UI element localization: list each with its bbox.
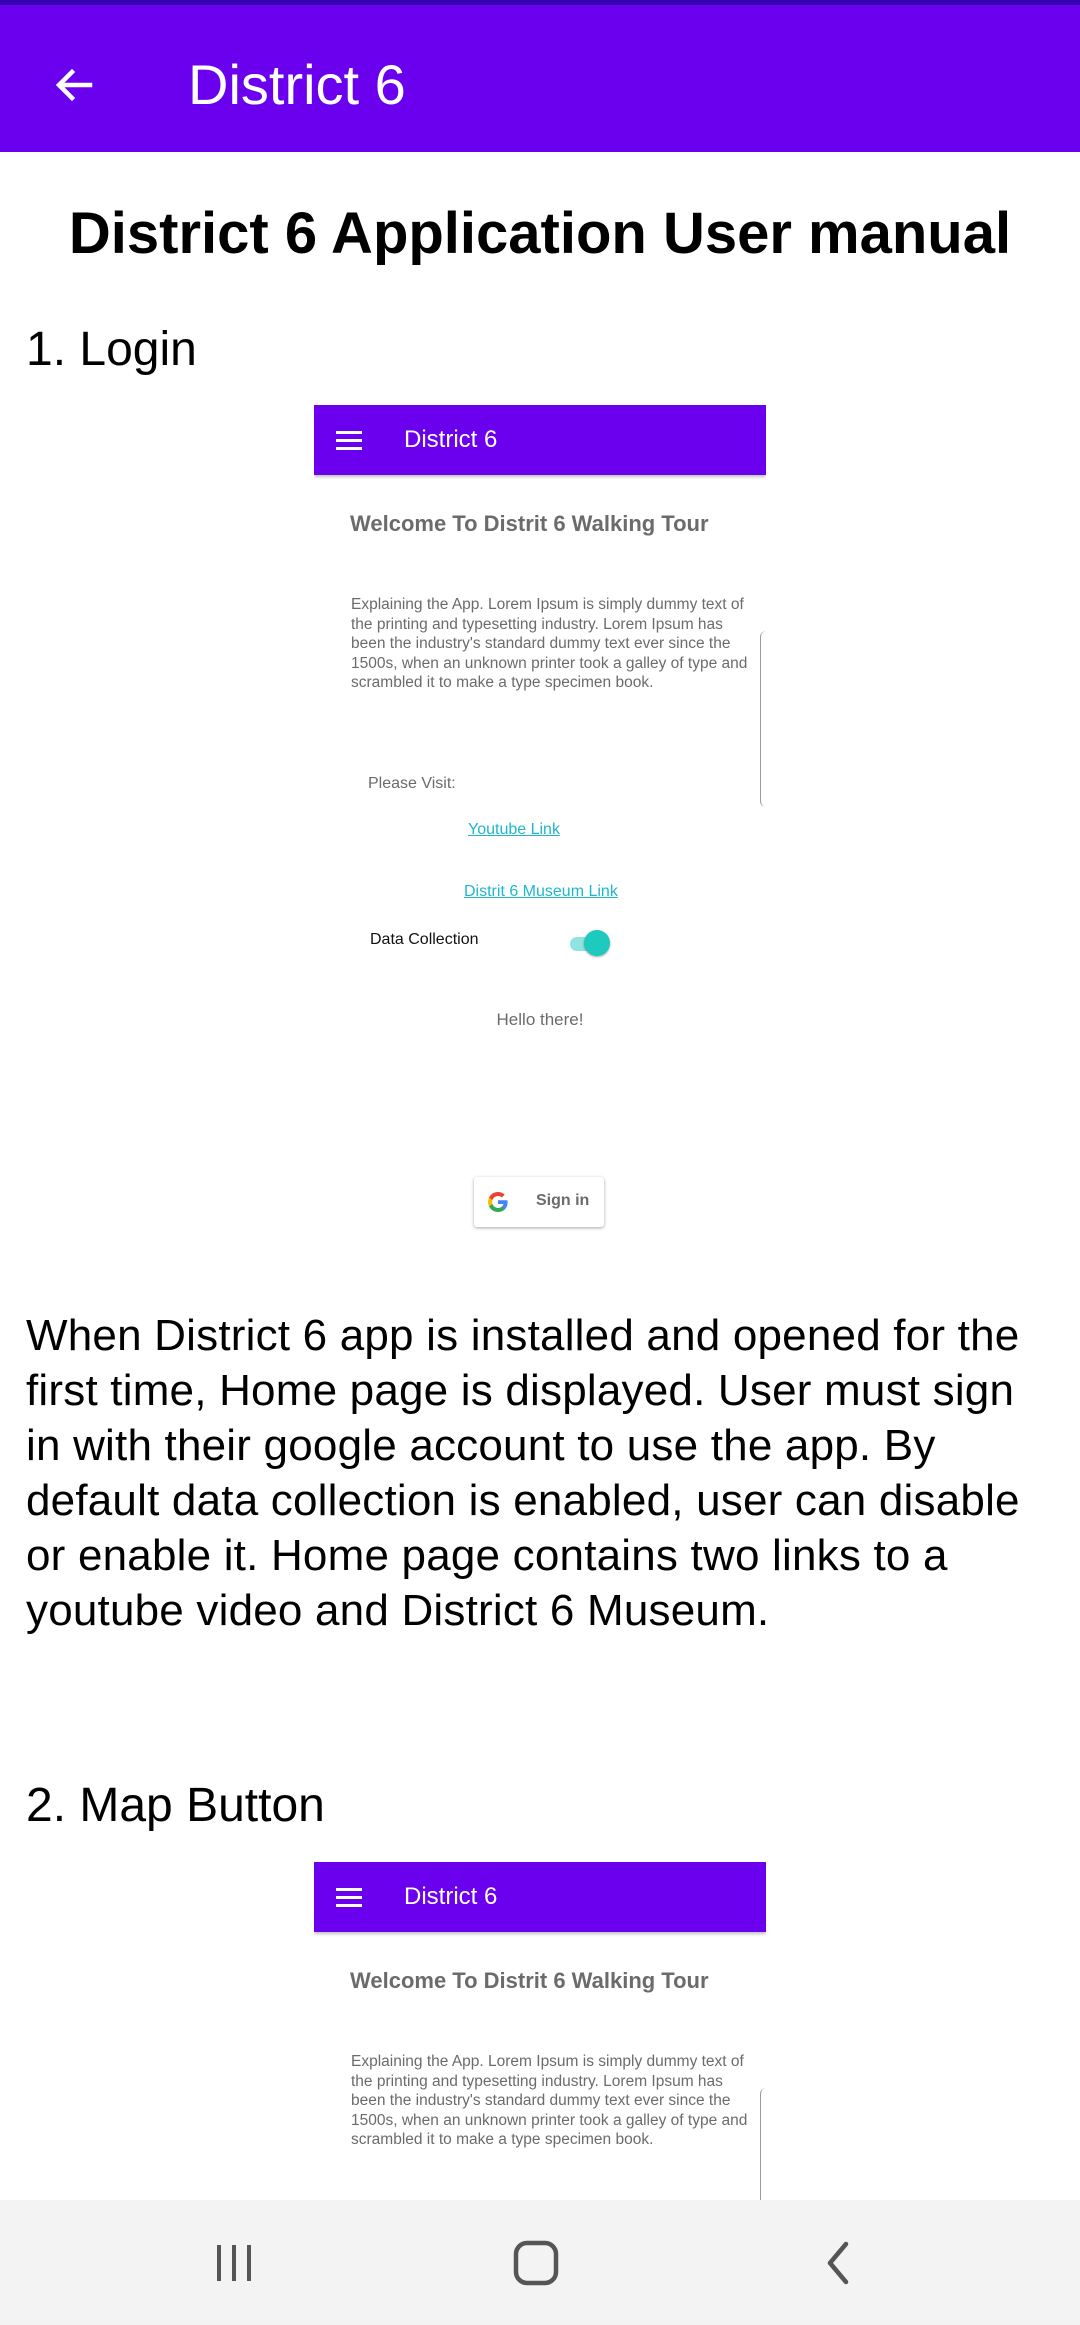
screenshot-data-collection-label: Data Collection bbox=[370, 931, 479, 948]
login-screenshot-image: District 6 Welcome To Distrit 6 Walking … bbox=[314, 405, 766, 1385]
map-button-screenshot-image: District 6 Welcome To Distrit 6 Walking … bbox=[314, 1862, 766, 2200]
screenshot-welcome-text: Welcome To Distrit 6 Walking Tour bbox=[350, 1968, 709, 1993]
login-description: When District 6 app is installed and ope… bbox=[26, 1311, 1020, 1635]
screenshot-museum-link: Distrit 6 Museum Link bbox=[464, 883, 618, 900]
arrow-back-icon[interactable] bbox=[42, 53, 106, 117]
recents-icon[interactable] bbox=[194, 2228, 274, 2298]
screenshot-app-title: District 6 bbox=[404, 426, 498, 453]
app-bar: District 6 bbox=[0, 0, 1080, 152]
home-icon[interactable] bbox=[496, 2228, 576, 2298]
screenshot-youtube-link: Youtube Link bbox=[468, 821, 560, 838]
screenshot-divider bbox=[760, 631, 766, 807]
app-bar-title: District 6 bbox=[188, 53, 406, 116]
screenshot-hello-text: Hello there! bbox=[496, 1010, 584, 1029]
section-title-login: 1. Login bbox=[26, 323, 197, 376]
manual-content[interactable]: District 6 Application User manual 1. Lo… bbox=[0, 152, 1080, 2200]
screenshot-data-collection-toggle bbox=[568, 929, 610, 957]
page-heading: District 6 Application User manual bbox=[68, 201, 1012, 266]
system-nav-bar bbox=[0, 2200, 1080, 2325]
back-chevron-icon[interactable] bbox=[798, 2228, 878, 2298]
screenshot-google-sign-in-button: Sign in bbox=[474, 1177, 604, 1227]
menu-icon bbox=[336, 431, 362, 451]
screenshot-please-visit: Please Visit: bbox=[368, 775, 456, 792]
screenshot-paragraph: Explaining the App. Lorem Ipsum is simpl… bbox=[351, 596, 748, 691]
menu-icon bbox=[336, 1888, 362, 1908]
screenshot-welcome-text: Welcome To Distrit 6 Walking Tour bbox=[350, 511, 709, 536]
section-title-map-button: 2. Map Button bbox=[26, 1779, 325, 1832]
screenshot-divider bbox=[760, 2088, 766, 2200]
screenshot-paragraph: Explaining the App. Lorem Ipsum is simpl… bbox=[351, 2053, 748, 2148]
screenshot-app-bar: District 6 bbox=[314, 1862, 766, 1932]
screenshot-sign-in-label: Sign in bbox=[536, 1192, 590, 1209]
google-icon bbox=[486, 1190, 510, 1214]
screenshot-app-title: District 6 bbox=[404, 1883, 498, 1910]
screenshot-app-bar: District 6 bbox=[314, 405, 766, 475]
